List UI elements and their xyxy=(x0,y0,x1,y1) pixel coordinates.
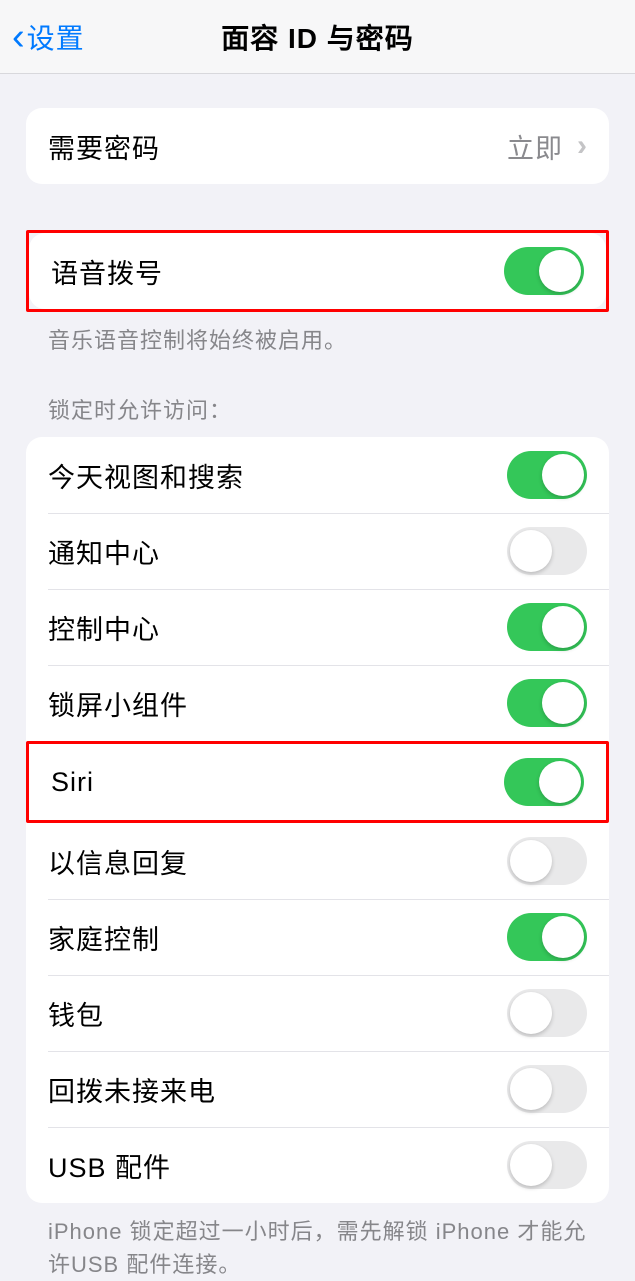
lock-access-header: 锁定时允许访问： xyxy=(26,357,609,437)
lock-access-highlight: Siri xyxy=(26,741,609,823)
lock-access-card: 今天视图和搜索通知中心控制中心锁屏小组件 Siri 以信息回复家庭控制钱包回拨未接来… xyxy=(26,437,609,1203)
lock-access-label: 家庭控制 xyxy=(48,918,507,957)
lock-access-cell: Siri xyxy=(29,744,606,820)
lock-access-cell: 锁屏小组件 xyxy=(26,665,609,741)
page-title: 面容 ID 与密码 xyxy=(0,17,635,57)
require-passcode-cell[interactable]: 需要密码 立即 › xyxy=(26,108,609,184)
lock-access-label: 通知中心 xyxy=(48,532,507,571)
lock-access-toggle[interactable] xyxy=(504,758,584,806)
lock-access-toggle[interactable] xyxy=(507,451,587,499)
lock-access-cell: 家庭控制 xyxy=(26,899,609,975)
lock-access-toggle[interactable] xyxy=(507,1065,587,1113)
voice-dial-footer: 音乐语音控制将始终被启用。 xyxy=(26,312,609,357)
lock-access-cell: 控制中心 xyxy=(26,589,609,665)
nav-bar: ‹ 设置 面容 ID 与密码 xyxy=(0,0,635,74)
voice-dial-cell: 语音拨号 xyxy=(29,233,606,309)
lock-access-toggle[interactable] xyxy=(507,1141,587,1189)
back-button[interactable]: ‹ 设置 xyxy=(0,17,85,57)
lock-access-toggle[interactable] xyxy=(507,913,587,961)
require-passcode-label: 需要密码 xyxy=(48,127,507,166)
lock-access-label: 以信息回复 xyxy=(48,842,507,881)
voice-dial-card: 语音拨号 xyxy=(29,233,606,309)
lock-access-label: 锁屏小组件 xyxy=(48,684,507,723)
lock-access-toggle[interactable] xyxy=(507,989,587,1037)
chevron-right-icon: › xyxy=(577,131,587,161)
lock-access-cell: 今天视图和搜索 xyxy=(26,437,609,513)
lock-access-label: 今天视图和搜索 xyxy=(48,456,507,495)
lock-access-cell: 以信息回复 xyxy=(26,823,609,899)
require-passcode-card: 需要密码 立即 › xyxy=(26,108,609,184)
back-label: 设置 xyxy=(27,17,85,57)
lock-access-toggle[interactable] xyxy=(507,679,587,727)
lock-access-cell: USB 配件 xyxy=(26,1127,609,1203)
lock-access-toggle[interactable] xyxy=(507,837,587,885)
lock-access-label: 控制中心 xyxy=(48,608,507,647)
lock-access-cell: 通知中心 xyxy=(26,513,609,589)
lock-access-cell: 回拨未接来电 xyxy=(26,1051,609,1127)
require-passcode-value: 立即 xyxy=(507,127,563,166)
lock-access-label: 钱包 xyxy=(48,994,507,1033)
voice-dial-toggle[interactable] xyxy=(504,247,584,295)
chevron-left-icon: ‹ xyxy=(12,18,25,56)
lock-access-toggle[interactable] xyxy=(507,603,587,651)
lock-access-footer: iPhone 锁定超过一小时后，需先解锁 iPhone 才能允许USB 配件连接… xyxy=(26,1203,609,1281)
lock-access-label: Siri xyxy=(51,767,504,798)
lock-access-label: USB 配件 xyxy=(48,1146,507,1185)
voice-dial-label: 语音拨号 xyxy=(51,252,504,291)
lock-access-toggle[interactable] xyxy=(507,527,587,575)
lock-access-cell: 钱包 xyxy=(26,975,609,1051)
voice-dial-highlight: 语音拨号 xyxy=(26,230,609,312)
lock-access-label: 回拨未接来电 xyxy=(48,1070,507,1109)
